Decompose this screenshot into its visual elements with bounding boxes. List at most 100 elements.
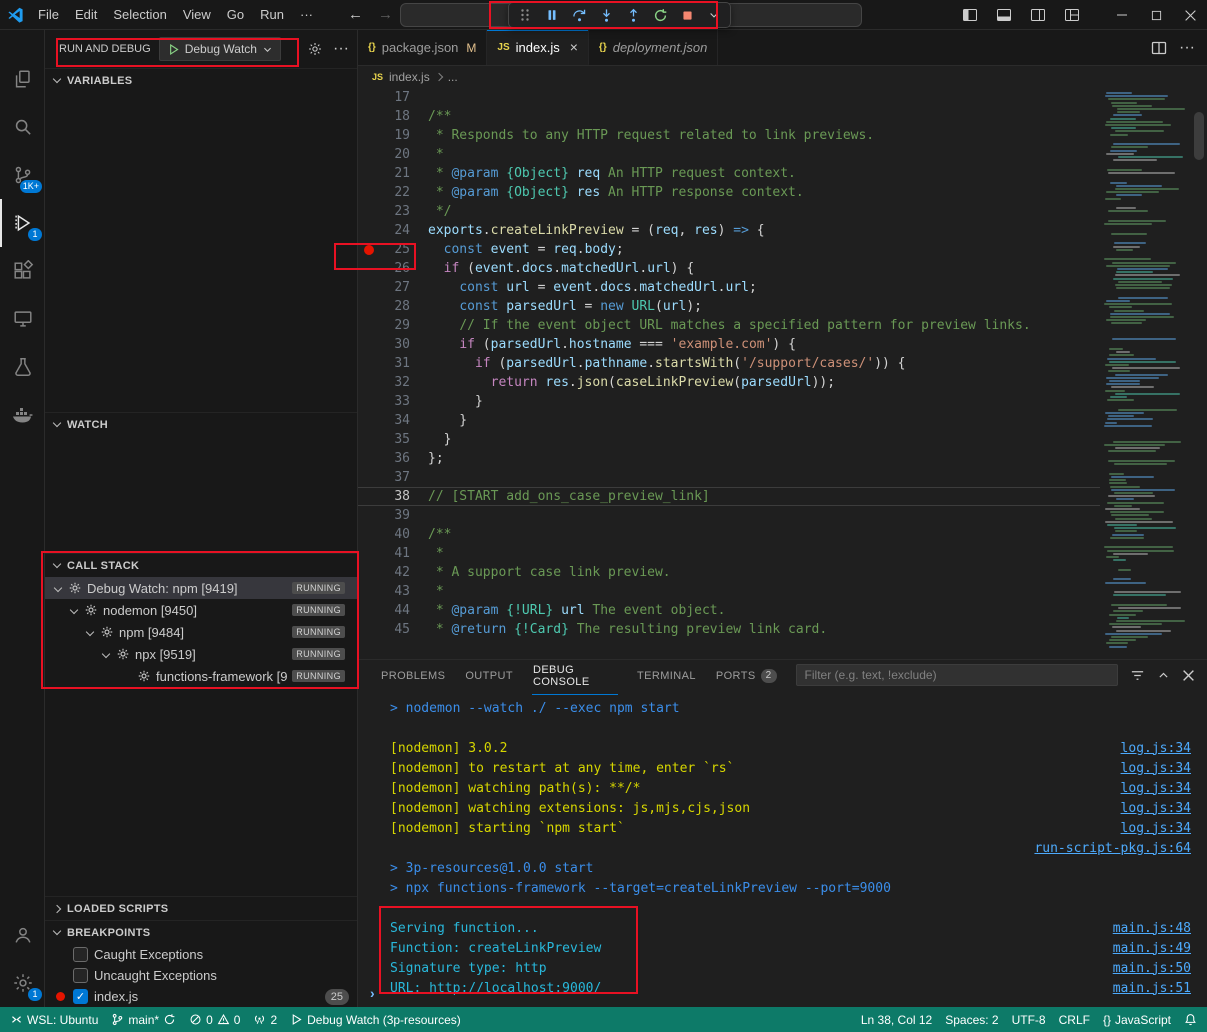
code-line-25[interactable]: 25 const event = req.body;	[358, 240, 1100, 259]
indentation-indicator[interactable]: Spaces: 2	[945, 1013, 998, 1027]
testing-icon[interactable]	[0, 343, 45, 391]
navigate-back-icon[interactable]: ←	[348, 0, 363, 30]
source-link[interactable]: log.js:34	[1121, 781, 1191, 796]
code-line-23[interactable]: 23 */	[358, 202, 1100, 221]
breakpoint-icon[interactable]	[364, 245, 374, 255]
notifications-bell-icon[interactable]	[1184, 1013, 1197, 1026]
breadcrumb-symbol[interactable]: ...	[448, 70, 458, 84]
toggle-secondary-sidebar-icon[interactable]	[1021, 0, 1055, 30]
sidebar-more-actions-icon[interactable]: ···	[333, 40, 349, 58]
settings-gear-icon[interactable]: 1	[0, 959, 45, 1007]
ports-indicator[interactable]: 2	[253, 1013, 277, 1027]
git-branch-indicator[interactable]: main*	[111, 1013, 176, 1027]
menu-selection[interactable]: Selection	[105, 0, 174, 30]
source-control-icon[interactable]: 1K+	[0, 151, 45, 199]
customize-layout-icon[interactable]	[1055, 0, 1089, 30]
debug-settings-gear-icon[interactable]	[307, 41, 323, 57]
remote-explorer-icon[interactable]	[0, 295, 45, 343]
breakpoint-item[interactable]: ✓index.js25	[45, 986, 357, 1007]
code-line-20[interactable]: 20 *	[358, 145, 1100, 164]
launch-config-picker[interactable]: Debug Watch	[159, 37, 281, 61]
code-line-28[interactable]: 28 const parsedUrl = new URL(url);	[358, 297, 1100, 316]
chevron-down-icon[interactable]	[54, 584, 62, 592]
call-stack-item[interactable]: functions-framework [954...RUNNING	[45, 665, 357, 687]
chevron-down-icon[interactable]	[102, 650, 110, 658]
session-picker-chevron-icon[interactable]	[702, 4, 726, 26]
tab-deployment.json[interactable]: {}deployment.json	[589, 30, 718, 65]
code-line-40[interactable]: 40/**	[358, 525, 1100, 544]
code-line-35[interactable]: 35 }	[358, 430, 1100, 449]
drag-grip-icon[interactable]	[513, 4, 537, 26]
panel-tab-ports[interactable]: PORTS2	[715, 661, 778, 689]
code-line-39[interactable]: 39	[358, 506, 1100, 525]
toggle-panel-icon[interactable]	[987, 0, 1021, 30]
step-into-icon[interactable]	[594, 4, 618, 26]
source-link[interactable]: main.js:48	[1113, 921, 1191, 936]
code-area[interactable]: 1718/**19 * Responds to any HTTP request…	[358, 88, 1100, 659]
encoding-indicator[interactable]: UTF-8	[1012, 1013, 1046, 1027]
chevron-down-icon[interactable]	[70, 606, 78, 614]
panel-tab-output[interactable]: OUTPUT	[464, 662, 514, 688]
close-window-icon[interactable]	[1173, 0, 1207, 30]
code-line-37[interactable]: 37	[358, 468, 1100, 487]
code-line-38[interactable]: 38// [START add_ons_case_preview_link]	[358, 487, 1100, 506]
call-stack-item[interactable]: npx [9519]RUNNING	[45, 643, 357, 665]
menu-more-icon[interactable]: ···	[292, 7, 321, 22]
checkbox[interactable]	[73, 968, 88, 983]
code-line-34[interactable]: 34 }	[358, 411, 1100, 430]
step-over-icon[interactable]	[567, 4, 591, 26]
source-link[interactable]: log.js:34	[1121, 801, 1191, 816]
menu-run[interactable]: Run	[252, 0, 292, 30]
code-line-17[interactable]: 17	[358, 88, 1100, 107]
call-stack-item[interactable]: npm [9484]RUNNING	[45, 621, 357, 643]
variables-section-header[interactable]: VARIABLES	[45, 68, 357, 92]
breadcrumb[interactable]: JS index.js ...	[358, 66, 1207, 88]
code-line-26[interactable]: 26 if (event.docs.matchedUrl.url) {	[358, 259, 1100, 278]
checkbox[interactable]: ✓	[73, 989, 88, 1004]
call-stack-item[interactable]: nodemon [9450]RUNNING	[45, 599, 357, 621]
editor-scrollbar[interactable]	[1194, 112, 1204, 160]
code-line-42[interactable]: 42 * A support case link preview.	[358, 563, 1100, 582]
call-stack-section-header[interactable]: CALL STACK	[45, 553, 357, 577]
code-line-31[interactable]: 31 if (parsedUrl.pathname.startsWith('/s…	[358, 354, 1100, 373]
code-line-27[interactable]: 27 const url = event.docs.matchedUrl.url…	[358, 278, 1100, 297]
menu-view[interactable]: View	[175, 0, 219, 30]
stop-icon[interactable]	[675, 4, 699, 26]
panel-tab-problems[interactable]: PROBLEMS	[380, 662, 446, 688]
watch-section-header[interactable]: WATCH	[45, 412, 357, 436]
editor-more-actions-icon[interactable]: ···	[1179, 39, 1195, 57]
code-line-44[interactable]: 44 * @param {!URL} url The event object.	[358, 601, 1100, 620]
search-icon[interactable]	[0, 103, 45, 151]
source-link[interactable]: log.js:34	[1121, 821, 1191, 836]
pause-icon[interactable]	[540, 4, 564, 26]
tab-index.js[interactable]: JSindex.js×	[487, 30, 589, 65]
panel-tab-terminal[interactable]: TERMINAL	[636, 662, 697, 688]
menu-edit[interactable]: Edit	[67, 0, 105, 30]
close-panel-icon[interactable]	[1182, 669, 1195, 682]
code-line-36[interactable]: 36};	[358, 449, 1100, 468]
breakpoint-gutter[interactable]	[358, 245, 380, 255]
code-line-33[interactable]: 33 }	[358, 392, 1100, 411]
eol-indicator[interactable]: CRLF	[1059, 1013, 1090, 1027]
minimap[interactable]	[1100, 88, 1191, 659]
minimize-icon[interactable]	[1105, 0, 1139, 30]
cursor-position[interactable]: Ln 38, Col 12	[861, 1013, 932, 1027]
menu-file[interactable]: File	[30, 0, 67, 30]
code-line-24[interactable]: 24exports.createLinkPreview = (req, res)…	[358, 221, 1100, 240]
breakpoint-item[interactable]: Uncaught Exceptions	[45, 965, 357, 986]
source-link[interactable]: main.js:50	[1113, 961, 1191, 976]
remote-indicator[interactable]: WSL: Ubuntu	[10, 1013, 98, 1027]
toggle-primary-sidebar-icon[interactable]	[953, 0, 987, 30]
explorer-icon[interactable]	[0, 55, 45, 103]
code-line-41[interactable]: 41 *	[358, 544, 1100, 563]
source-link[interactable]: log.js:34	[1121, 761, 1191, 776]
call-stack-item[interactable]: Debug Watch: npm [9419]RUNNING	[45, 577, 357, 599]
source-link[interactable]: log.js:34	[1121, 741, 1191, 756]
code-line-43[interactable]: 43 *	[358, 582, 1100, 601]
debug-session-indicator[interactable]: Debug Watch (3p-resources)	[290, 1013, 461, 1027]
chevron-down-icon[interactable]	[86, 628, 94, 636]
code-line-19[interactable]: 19 * Responds to any HTTP request relate…	[358, 126, 1100, 145]
breadcrumb-file[interactable]: index.js	[389, 70, 430, 84]
accounts-icon[interactable]	[0, 911, 45, 959]
maximize-icon[interactable]	[1139, 0, 1173, 30]
